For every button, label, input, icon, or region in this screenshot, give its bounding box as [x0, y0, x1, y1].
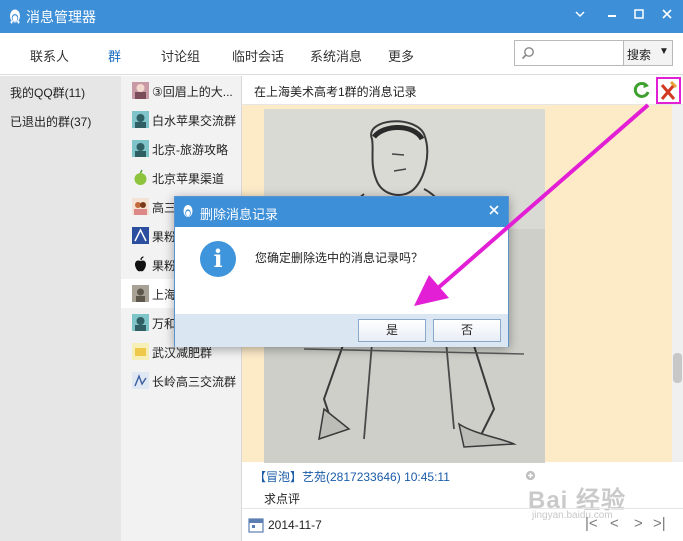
search-button[interactable]: 搜索 ▼: [624, 40, 673, 66]
tab-groups[interactable]: 群: [108, 46, 121, 65]
group-avatar-icon: [132, 285, 149, 302]
dialog-close-button[interactable]: [488, 203, 500, 219]
apple-logo-icon: [135, 256, 146, 272]
qq-penguin-icon: [183, 205, 193, 217]
search-button-label: 搜索: [627, 48, 652, 62]
nav-my-groups[interactable]: 我的QQ群(11): [10, 84, 85, 101]
chat-footer: 2014-11-7 |< < > >|: [242, 508, 683, 541]
dialog-footer: 是 否: [175, 314, 508, 347]
chat-header: 在上海美术高考1群的消息记录: [242, 76, 683, 105]
group-avatar-icon: [132, 314, 149, 331]
tab-temp-sessions[interactable]: 临时会话: [232, 46, 284, 65]
chat-title: 在上海美术高考1群的消息记录: [254, 85, 417, 99]
nav-exited-groups[interactable]: 已退出的群(37): [10, 113, 91, 130]
close-icon: [489, 205, 499, 215]
maximize-icon: [634, 9, 644, 19]
restore-button[interactable]: [631, 8, 647, 24]
scrollbar-thumb[interactable]: [673, 353, 682, 383]
maximize-button[interactable]: [604, 8, 620, 24]
first-page-button[interactable]: |<: [585, 515, 598, 532]
group-category-pane: 我的QQ群(11) 已退出的群(37): [0, 76, 121, 541]
group-item[interactable]: 白水苹果交流群: [121, 105, 241, 134]
group-item[interactable]: 长岭高三交流群: [121, 366, 241, 395]
message-sender-meta: 【冒泡】艺苑(2817233646) 10:45:11: [254, 470, 450, 484]
group-item-label: 白水苹果交流群: [152, 114, 237, 128]
group-avatar-icon: [132, 198, 149, 215]
calendar-icon[interactable]: [248, 517, 264, 533]
tab-contacts[interactable]: 联系人: [30, 46, 69, 65]
delete-confirm-dialog: 删除消息记录 i 您确定删除选中的消息记录吗？ 是 否: [174, 196, 509, 347]
minimize-button[interactable]: [572, 8, 588, 24]
chevron-down-icon[interactable]: ▼: [659, 46, 669, 57]
group-item-label: 长岭高三交流群: [152, 375, 237, 389]
minimize-icon: [575, 11, 585, 18]
group-item-label: ③回眉上的大...: [152, 85, 233, 99]
search-icon: [521, 47, 534, 60]
dialog-message: 您确定删除选中的消息记录吗？: [255, 251, 424, 265]
last-page-button[interactable]: >|: [653, 515, 666, 532]
window-title: 消息管理器: [26, 9, 96, 25]
group-item[interactable]: 北京苹果渠道: [121, 163, 241, 192]
restore-down-icon: [608, 15, 616, 17]
search-box: [514, 40, 624, 66]
tab-bar: 联系人 群 讨论组 临时会话 系统消息 更多 搜索 ▼: [0, 33, 683, 75]
message-text: 求点评: [264, 492, 301, 506]
confirm-no-button[interactable]: 否: [433, 319, 501, 342]
tab-system-messages[interactable]: 系统消息: [310, 46, 362, 65]
apple-fruit-icon: [134, 169, 147, 185]
chat-scrollbar[interactable]: [672, 105, 683, 462]
dialog-title-bar: 删除消息记录: [175, 197, 508, 227]
tab-discussions[interactable]: 讨论组: [161, 46, 200, 65]
group-avatar-icon: [132, 140, 149, 157]
group-avatar-icon: [132, 82, 149, 99]
group-item[interactable]: 北京-旅游攻略: [121, 134, 241, 163]
group-avatar-icon: [132, 343, 149, 360]
title-bar: 消息管理器: [0, 0, 683, 33]
refresh-icon[interactable]: [632, 80, 652, 100]
next-page-button[interactable]: >: [634, 515, 643, 532]
info-icon: i: [200, 241, 236, 277]
delete-record-button[interactable]: [656, 77, 681, 104]
group-item-label: 北京苹果渠道: [152, 172, 225, 186]
search-input[interactable]: [539, 43, 621, 63]
group-item[interactable]: ③回眉上的大...: [121, 76, 241, 105]
group-item-label: 北京-旅游攻略: [152, 143, 228, 157]
close-button[interactable]: [659, 8, 675, 24]
group-avatar-icon: [132, 227, 149, 244]
close-icon: [662, 9, 672, 19]
prev-page-button[interactable]: <: [610, 515, 619, 532]
tab-more[interactable]: 更多: [388, 46, 414, 65]
group-avatar-icon: [132, 111, 149, 128]
delete-record-icon: [660, 80, 678, 100]
dialog-title: 删除消息记录: [200, 207, 279, 222]
group-avatar-icon: [132, 372, 149, 389]
history-date: 2014-11-7: [268, 518, 322, 532]
qq-penguin-icon: [10, 9, 20, 24]
confirm-yes-button[interactable]: 是: [358, 319, 426, 342]
